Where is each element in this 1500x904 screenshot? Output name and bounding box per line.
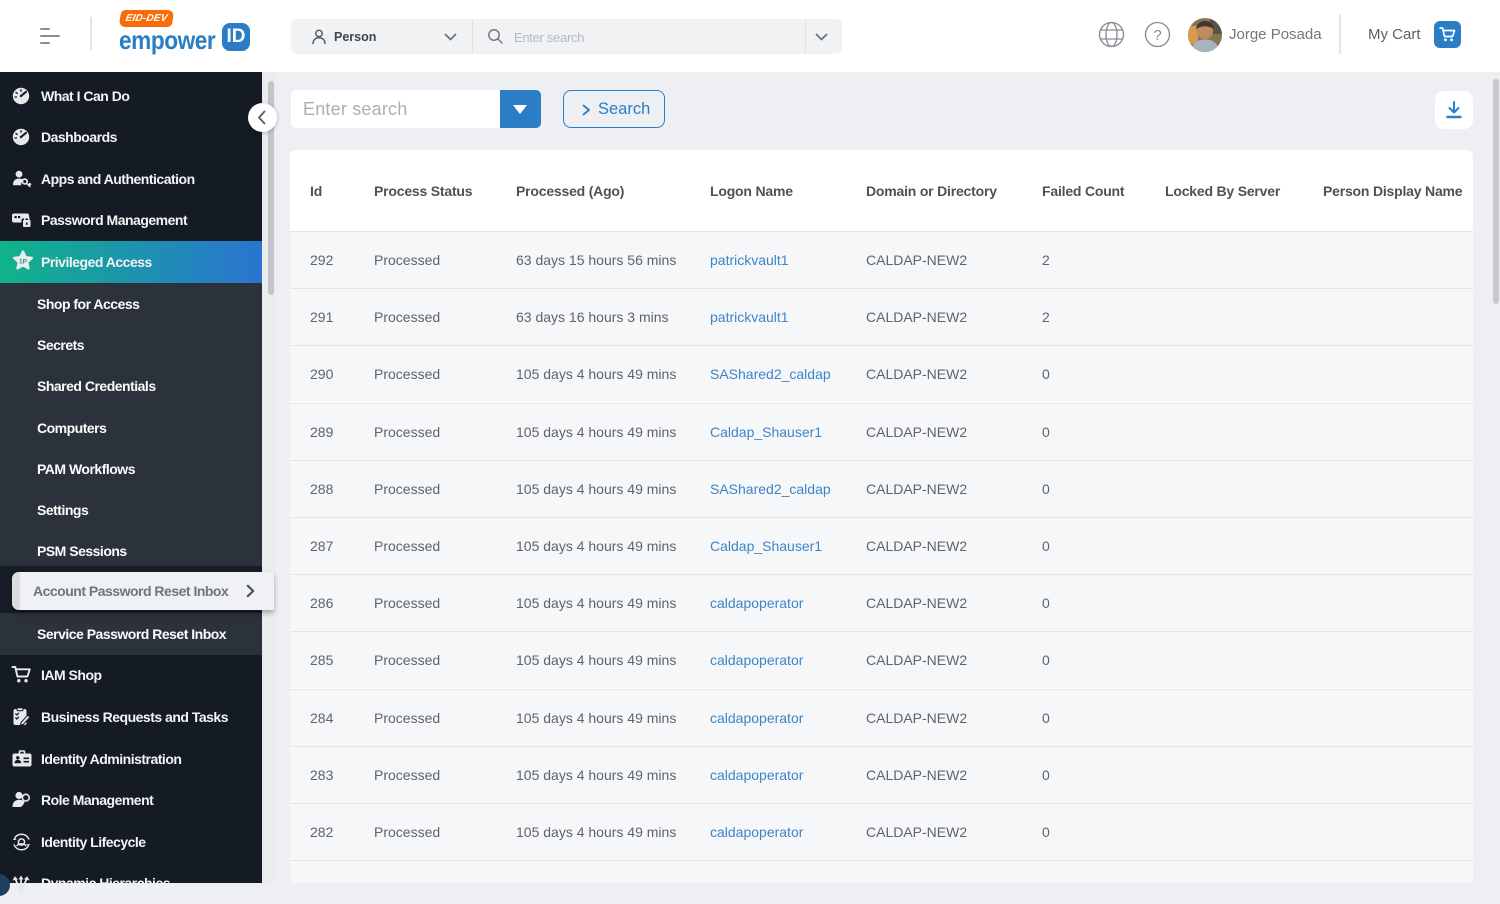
svg-text:?: ? [1153, 27, 1161, 44]
